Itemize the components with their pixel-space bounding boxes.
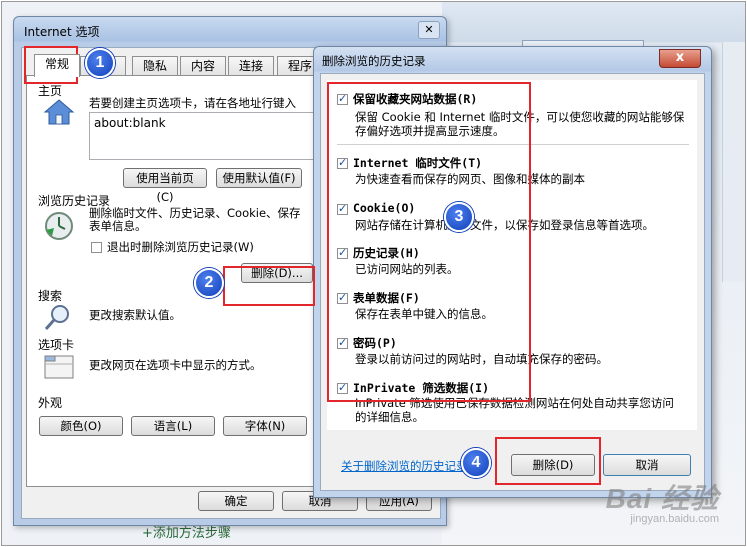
search-description: 更改搜索默认值。 — [89, 308, 181, 322]
ok-button[interactable]: 确定 — [198, 491, 274, 511]
step-badge-4: 4 — [461, 448, 491, 478]
step-badge-1: 1 — [85, 48, 115, 78]
magnifier-icon — [44, 305, 69, 330]
step-badge-3: 3 — [444, 202, 474, 232]
highlight-options-checkboxes — [327, 82, 531, 402]
clock-history-icon — [45, 212, 73, 240]
about-delete-history-link[interactable]: 关于删除浏览的历史记录 — [341, 458, 468, 474]
background-browser-sidebar — [722, 42, 745, 282]
tab-general[interactable]: 常规 — [34, 54, 81, 77]
step-badge-2: 2 — [194, 268, 224, 298]
delete-on-exit-label: 退出时删除浏览历史记录(W) — [107, 240, 254, 254]
tabs-icon — [44, 355, 74, 379]
languages-button[interactable]: 语言(L) — [131, 416, 215, 436]
house-icon — [43, 99, 75, 125]
home-section-label: 主页 — [38, 84, 63, 98]
watermark-main: Bai 经验 — [605, 483, 719, 514]
option-desc-inprivate-2: 的详细信息。 — [355, 410, 424, 424]
tabs-description: 更改网页在选项卡中显示的方式。 — [89, 358, 262, 372]
fonts-button[interactable]: 字体(N) — [223, 416, 307, 436]
tab-connections[interactable]: 连接 — [228, 56, 275, 75]
tab-privacy[interactable]: 隐私 — [132, 56, 179, 75]
delete-history-close-button[interactable]: x — [659, 49, 701, 68]
internet-options-title: Internet 选项 — [24, 25, 100, 39]
highlight-confirm-delete — [495, 437, 601, 485]
screenshot-frame: +添加方法步骤 Internet 选项 ✕ 常规 安全 隐私 内容 连接 程序 … — [1, 1, 746, 546]
delete-history-title: 删除浏览的历史记录 — [322, 54, 426, 68]
history-description-line2: 表单信息。 — [89, 219, 147, 233]
history-description-line1: 删除临时文件、历史记录、Cookie、保存 — [89, 206, 301, 220]
use-default-button[interactable]: 使用默认值(F) — [216, 168, 302, 188]
colors-button[interactable]: 颜色(O) — [39, 416, 123, 436]
tab-content[interactable]: 内容 — [180, 56, 227, 75]
cancel-delete-button[interactable]: 取消 — [603, 454, 691, 476]
delete-on-exit-checkbox[interactable] — [91, 242, 102, 253]
home-section-description: 若要创建主页选项卡，请在各地址行键入 — [89, 96, 296, 110]
appearance-section-label: 外观 — [38, 396, 63, 410]
internet-options-close-button[interactable]: ✕ — [418, 21, 440, 39]
baidu-watermark: Bai 经验 jingyan.baidu.com — [606, 477, 719, 525]
highlight-delete-button — [223, 266, 315, 306]
tabs-section-label: 选项卡 — [38, 338, 75, 352]
use-current-button[interactable]: 使用当前页(C) — [123, 168, 207, 204]
